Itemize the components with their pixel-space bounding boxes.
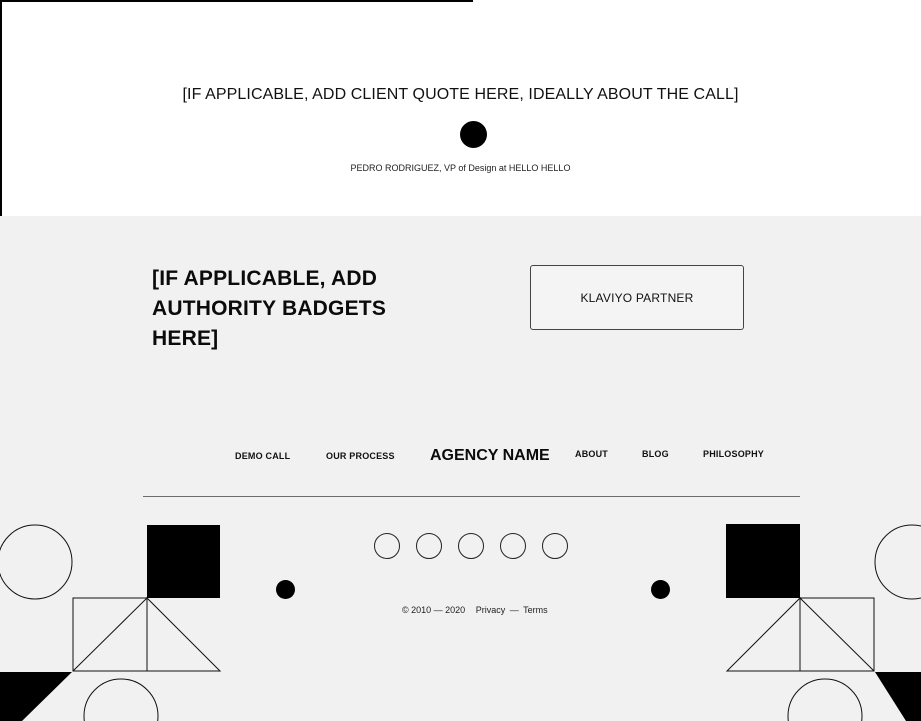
social-links (374, 533, 568, 559)
nav-blog[interactable]: BLOG (642, 449, 669, 459)
copyright-text: © 2010 — 2020 (402, 605, 466, 615)
geo-circle-right-bottom (787, 678, 863, 721)
nav-demo-call[interactable]: DEMO CALL (235, 451, 290, 461)
social-icon-3[interactable] (458, 533, 484, 559)
social-icon-2[interactable] (416, 533, 442, 559)
decorative-dot-right (651, 580, 670, 599)
geo-circle-left-bottom (83, 678, 159, 721)
nav-our-process[interactable]: OUR PROCESS (326, 451, 395, 461)
geo-corner-right (875, 672, 921, 721)
footer-divider (143, 496, 800, 497)
decorative-geometry (0, 524, 921, 721)
privacy-link[interactable]: Privacy (476, 605, 506, 615)
partner-badge-label: KLAVIYO PARTNER (580, 290, 694, 305)
geo-square-right (726, 524, 800, 598)
geo-triangle-right (725, 596, 801, 672)
author-avatar (460, 121, 487, 148)
geo-box-right (799, 597, 875, 672)
copyright-line: © 2010 — 2020 Privacy — Terms (402, 605, 548, 615)
agency-name-logo[interactable]: AGENCY NAME (430, 447, 550, 465)
authority-heading: [IF APPLICABLE, ADD AUTHORITY BADGETS HE… (152, 267, 387, 350)
geo-corner-left (0, 672, 72, 721)
geo-triangle-left (146, 596, 222, 672)
social-icon-1[interactable] (374, 533, 400, 559)
nav-philosophy[interactable]: PHILOSOPHY (703, 449, 764, 459)
geo-diagonal-right (799, 597, 875, 672)
geo-box-left (72, 597, 148, 672)
nav-about[interactable]: ABOUT (575, 449, 608, 459)
geo-circle-left-top (0, 524, 73, 600)
footer-area: [IF APPLICABLE, ADD AUTHORITY BADGETS HE… (0, 216, 921, 721)
geo-square-left (147, 525, 220, 598)
terms-link[interactable]: Terms (523, 605, 548, 615)
social-icon-4[interactable] (500, 533, 526, 559)
social-icon-5[interactable] (542, 533, 568, 559)
decorative-dot-left (276, 580, 295, 599)
copyright-separator: — (509, 605, 519, 615)
testimonial-section: [IF APPLICABLE, ADD CLIENT QUOTE HERE, I… (0, 0, 921, 216)
quote-author: PEDRO RODRIGUEZ, VP of Design at HELLO H… (350, 163, 571, 173)
klaviyo-partner-badge: KLAVIYO PARTNER (530, 265, 744, 330)
geo-circle-right-top (874, 524, 921, 600)
client-quote: [IF APPLICABLE, ADD CLIENT QUOTE HERE, I… (182, 86, 739, 103)
geo-diagonal-left (72, 597, 148, 672)
